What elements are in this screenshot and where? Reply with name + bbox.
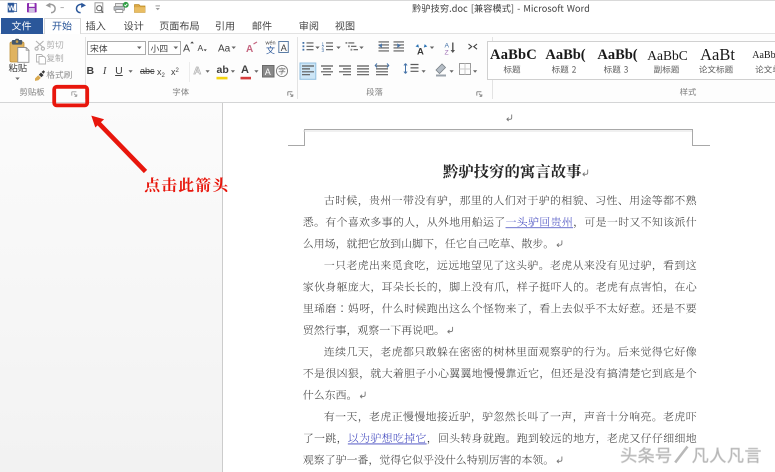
svg-text:A: A [198,43,204,53]
svg-text:wén: wén [265,41,276,47]
svg-text:A: A [183,43,190,55]
svg-text:A: A [246,44,253,55]
svg-text:W: W [8,4,16,13]
svg-text:A: A [265,67,271,77]
svg-text:Aa: Aa [218,44,231,55]
svg-text:Z: Z [445,50,449,57]
svg-text:A: A [417,47,424,58]
svg-text:A: A [281,43,287,53]
svg-text:A: A [445,43,450,50]
svg-text:3: 3 [322,48,325,53]
